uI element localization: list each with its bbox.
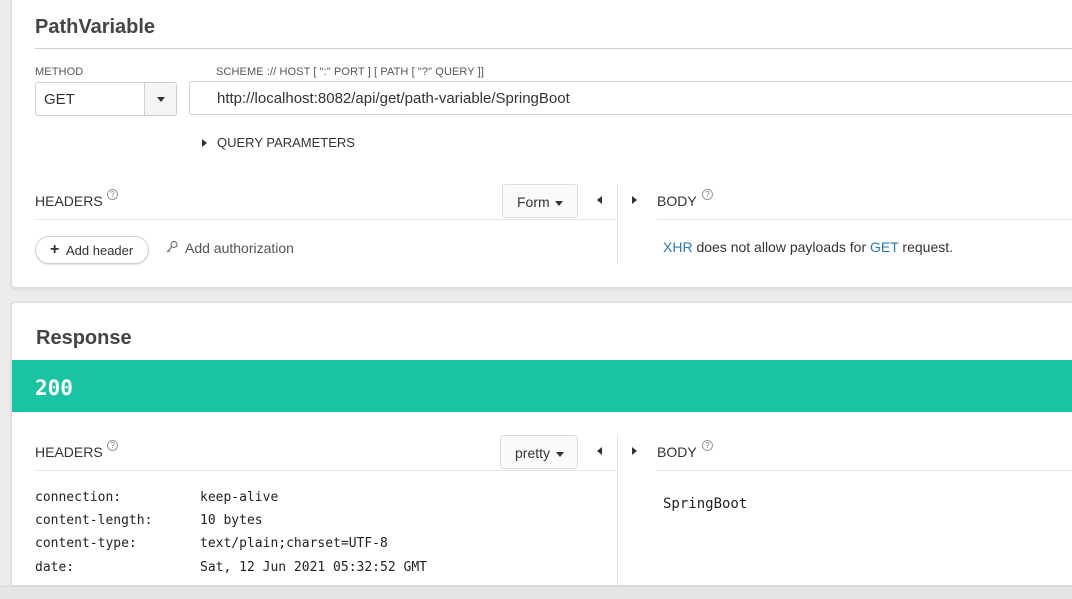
headers-view-dropdown[interactable]: pretty: [500, 435, 578, 469]
add-header-button[interactable]: + Add header: [35, 236, 149, 264]
question-circle-icon[interactable]: ?: [702, 440, 713, 451]
method-select[interactable]: GET: [35, 82, 177, 116]
response-title: Response: [36, 327, 132, 349]
response-body-label: BODY: [657, 444, 697, 460]
title-divider: [35, 48, 1072, 49]
headers-divider: [35, 219, 616, 220]
headers-view-value: pretty: [515, 445, 551, 461]
url-label: SCHEME :// HOST [ ":" PORT ] [ PATH [ "?…: [216, 66, 484, 78]
response-header-row: content-type: text/plain;charset=UTF-8: [35, 536, 595, 554]
body-not-allowed-message: XHR does not allow payloads for GET requ…: [663, 239, 953, 255]
response-header-row: content-length: 10 bytes: [35, 513, 595, 531]
method-value: GET: [44, 91, 75, 108]
question-circle-icon[interactable]: ?: [107, 189, 118, 200]
status-code: 200: [35, 376, 73, 400]
response-headers-label: HEADERS: [35, 444, 103, 460]
caret-down-icon: [556, 452, 564, 457]
response-body-content: SpringBoot: [663, 496, 748, 512]
request-body-label: BODY: [657, 193, 697, 209]
response-header-row: date: Sat, 12 Jun 2021 05:32:52 GMT: [35, 560, 595, 578]
query-parameters-toggle[interactable]: QUERY PARAMETERS: [200, 135, 370, 153]
method-label: METHOD: [35, 66, 84, 78]
bottom-scroll-strip: [0, 586, 1072, 599]
header-value: keep-alive: [200, 490, 279, 505]
response-body-divider: [657, 470, 1072, 471]
request-title: PathVariable: [35, 16, 156, 38]
header-key: content-type:: [35, 536, 137, 551]
collapse-left-icon[interactable]: [597, 196, 602, 204]
request-headers-label: HEADERS: [35, 193, 103, 209]
header-key: connection:: [35, 490, 122, 505]
body-message-end: request.: [898, 239, 954, 255]
body-divider: [657, 219, 1072, 220]
header-key: content-length:: [35, 513, 153, 528]
response-panel: Response 200 HEADERS ? pretty connection…: [11, 302, 1072, 587]
key-icon: [166, 240, 178, 253]
response-headers-divider: [35, 470, 616, 471]
expand-right-icon[interactable]: [632, 196, 637, 204]
url-input[interactable]: [189, 81, 1072, 115]
header-value: text/plain;charset=UTF-8: [200, 536, 388, 551]
query-parameters-label: QUERY PARAMETERS: [217, 135, 355, 150]
question-circle-icon[interactable]: ?: [107, 440, 118, 451]
header-value: Sat, 12 Jun 2021 05:32:52 GMT: [200, 560, 427, 575]
response-header-row: connection: keep-alive: [35, 490, 595, 508]
caret-down-icon: [157, 97, 165, 102]
question-circle-icon[interactable]: ?: [702, 189, 713, 200]
collapse-left-icon[interactable]: [597, 447, 602, 455]
panel-separator: [617, 184, 618, 264]
status-bar: 200: [12, 360, 1072, 412]
headers-format-dropdown[interactable]: Form: [502, 184, 578, 218]
plus-icon: +: [50, 241, 60, 258]
panel-separator: [617, 435, 618, 587]
request-panel: PathVariable METHOD SCHEME :// HOST [ ":…: [11, 0, 1072, 288]
add-authorization-label: Add authorization: [185, 240, 294, 256]
triangle-right-icon: [202, 139, 207, 147]
method-dropdown-toggle[interactable]: [144, 83, 176, 115]
body-message-text: does not allow payloads for: [692, 239, 871, 255]
add-header-label: Add header: [66, 243, 134, 258]
header-key: date:: [35, 560, 75, 575]
xhr-link[interactable]: XHR: [663, 239, 693, 255]
headers-format-value: Form: [517, 194, 550, 210]
expand-right-icon[interactable]: [632, 447, 637, 455]
caret-down-icon: [555, 201, 563, 206]
get-link[interactable]: GET: [870, 239, 899, 255]
header-value: 10 bytes: [200, 513, 263, 528]
